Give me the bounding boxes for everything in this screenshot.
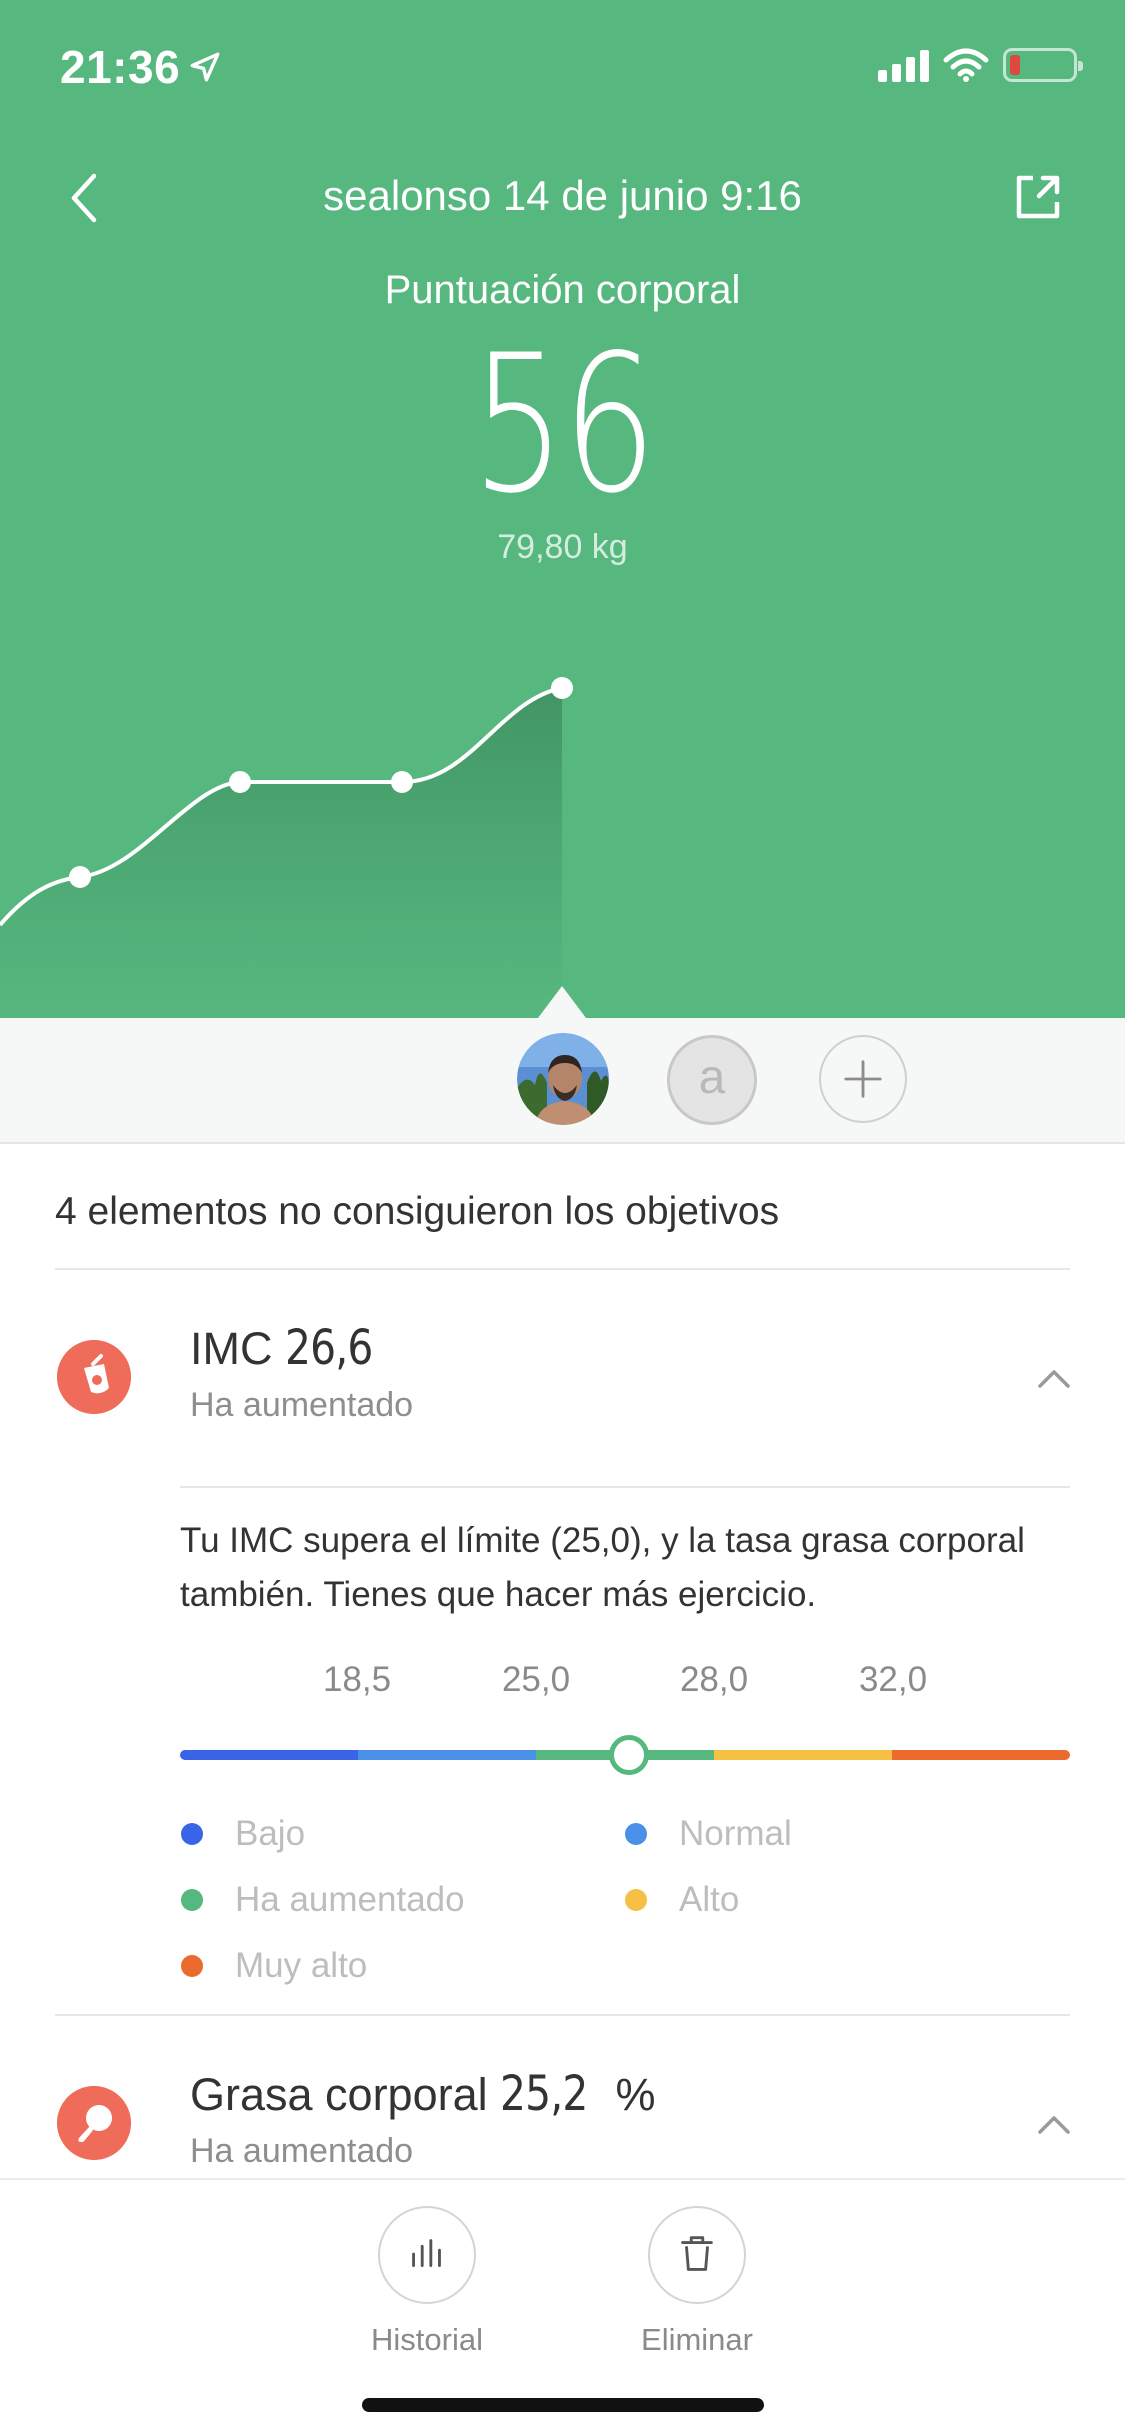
metric-value: 26,6 (285, 1320, 373, 1376)
home-indicator (362, 2398, 764, 2412)
scale-tick-label: 32,0 (858, 1660, 928, 1699)
chevron-up-icon[interactable] (1034, 2110, 1074, 2140)
legend-label: Normal (679, 1814, 792, 1853)
scale-tick-label: 28,0 (679, 1660, 749, 1699)
history-label: Historial (371, 2322, 483, 2357)
metric-unit: % (615, 2069, 656, 2120)
wifi-icon (943, 48, 989, 82)
legend-item: Bajo (181, 1814, 305, 1854)
legend-item: Normal (625, 1814, 792, 1854)
bmi-icon (57, 1340, 131, 1414)
status-indicators (878, 48, 1083, 82)
trend-point (229, 771, 251, 793)
legend-label: Ha aumentado (235, 1880, 465, 1919)
status-time: 21:36 (60, 41, 181, 93)
metric-description: Tu IMC supera el límite (25,0), y la tas… (180, 1521, 1025, 1614)
body-score: 56 (471, 314, 656, 535)
legend-dot (625, 1889, 647, 1911)
score-trend-chart (0, 677, 573, 1018)
legend-item: Ha aumentado (181, 1880, 465, 1920)
bmi-scale-marker (609, 1735, 649, 1775)
legend-dot (181, 1955, 203, 1977)
metric-status: Ha aumentado (190, 2132, 414, 2170)
trend-point (69, 866, 91, 888)
delete-label: Eliminar (641, 2322, 753, 2357)
scale-segment-normal (358, 1750, 536, 1760)
score-label: Puntuación corporal (384, 268, 741, 312)
legend-label: Alto (679, 1880, 740, 1919)
bar-chart-icon[interactable] (378, 2206, 476, 2304)
trend-point (391, 771, 413, 793)
scale-labels: 18,5 25,0 28,0 32,0 (0, 1660, 1125, 1710)
metric-name: IMC (190, 1323, 273, 1374)
battery-icon (1003, 48, 1083, 82)
metric-title: Grasa corporal 25,2 % (190, 2066, 656, 2122)
legend-item: Alto (625, 1880, 739, 1920)
metric-name: Grasa corporal (190, 2069, 488, 2120)
chevron-up-icon[interactable] (1034, 1364, 1074, 1394)
add-user-icon[interactable] (819, 1035, 907, 1123)
share-icon[interactable] (1011, 170, 1065, 224)
legend-label: Bajo (235, 1814, 306, 1853)
page-title: sealonso 14 de junio 9:16 (323, 172, 802, 219)
metric-value: 25,2 (500, 2066, 588, 2122)
scale-tick-label: 25,0 (501, 1660, 571, 1699)
trash-icon[interactable] (648, 2206, 746, 2304)
weight-value: 79,80 kg (497, 528, 628, 566)
scale-segment-muy-alto (892, 1750, 1070, 1760)
divider (55, 1268, 1070, 1270)
metric-title: IMC 26,6 (190, 1320, 388, 1376)
user-avatar[interactable] (517, 1033, 609, 1125)
divider (180, 1486, 1070, 1488)
scale-segment-alto (714, 1750, 892, 1760)
legend-label: Muy alto (235, 1946, 368, 1985)
legend-item: Muy alto (181, 1946, 367, 1986)
user-avatar-a[interactable]: a (667, 1035, 757, 1125)
goals-summary: 4 elementos no consiguieron los objetivo… (55, 1190, 780, 1233)
scale-tick-label: 18,5 (322, 1660, 392, 1699)
location-arrow-icon (190, 52, 220, 82)
divider (55, 2014, 1070, 2016)
status-bar: 21:36 (0, 0, 1125, 140)
body-fat-icon (57, 2086, 131, 2160)
legend-dot (625, 1823, 647, 1845)
metric-status: Ha aumentado (190, 1386, 414, 1424)
selection-pointer (538, 986, 586, 1018)
trend-point-current (551, 677, 573, 699)
scale-segment-bajo (180, 1750, 358, 1760)
score-header: 21:36 sealonso 14 de junio 9:16 Puntuaci… (0, 0, 1125, 1018)
legend-dot (181, 1823, 203, 1845)
legend-dot (181, 1889, 203, 1911)
cellular-signal-icon (878, 48, 929, 82)
trend-area (0, 688, 562, 1018)
